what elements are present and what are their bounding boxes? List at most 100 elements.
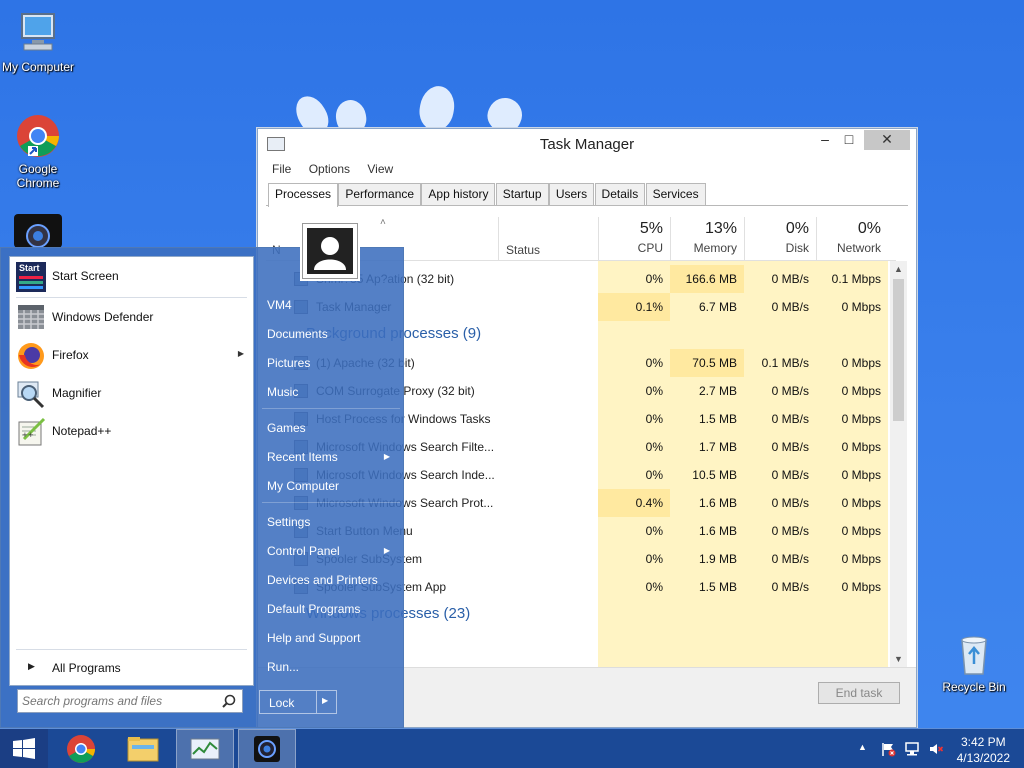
action-center-flag-icon[interactable] xyxy=(880,741,896,760)
tab-startup[interactable]: Startup xyxy=(495,183,549,205)
start-icon-text: Start xyxy=(19,263,40,273)
cpu-total: 5% xyxy=(639,220,663,237)
chrome-icon xyxy=(14,112,62,160)
place-run[interactable]: Run... xyxy=(262,655,400,679)
place-default-programs[interactable]: Default Programs xyxy=(262,597,400,621)
process-mem-value: 70.5 MB xyxy=(670,349,744,377)
desktop-icon-google-chrome[interactable]: Google Chrome xyxy=(0,112,76,190)
vertical-scrollbar[interactable]: ▲ ▼ xyxy=(890,261,907,667)
taskbar-camera-button[interactable] xyxy=(238,729,296,768)
tab-performance[interactable]: Performance xyxy=(338,183,422,205)
taskbar-chrome-button[interactable] xyxy=(52,729,110,768)
place-music[interactable]: Music xyxy=(262,380,400,404)
taskbar-task-manager-button[interactable] xyxy=(176,729,234,768)
volume-muted-icon[interactable] xyxy=(928,741,944,760)
place-documents[interactable]: Documents xyxy=(262,322,400,346)
process-mem-value: 166.6 MB xyxy=(670,265,744,293)
user-avatar[interactable] xyxy=(302,223,358,279)
shutdown-options-arrow-icon[interactable]: ▶ xyxy=(322,696,328,705)
scroll-up-icon[interactable]: ▲ xyxy=(890,261,907,277)
scrollbar-thumb[interactable] xyxy=(893,279,904,421)
process-disk-value: 0 MB/s xyxy=(771,384,809,398)
place-vm4[interactable]: VM4 xyxy=(262,293,400,317)
start-item-windows-defender[interactable]: Windows Defender xyxy=(14,302,250,334)
tab-users[interactable]: Users xyxy=(548,183,595,205)
start-menu[interactable]: Start Start Screen Windows Defender Fire… xyxy=(0,223,404,728)
tab-details[interactable]: Details xyxy=(594,183,646,205)
process-cpu-value: 0.4% xyxy=(598,489,670,517)
task-manager-icon xyxy=(190,738,220,760)
start-item-start-screen[interactable]: Start Start Screen xyxy=(14,261,250,293)
desktop-icon-label: Google Chrome xyxy=(16,162,60,190)
scroll-down-icon[interactable]: ▼ xyxy=(890,651,907,667)
close-button[interactable]: ✕ xyxy=(864,130,910,150)
windows-defender-icon xyxy=(16,303,46,333)
memory-label: Memory xyxy=(693,241,737,255)
process-cpu-value: 0% xyxy=(645,552,663,566)
search-input[interactable] xyxy=(22,693,212,709)
process-net-value: 0 Mbps xyxy=(841,356,881,370)
end-task-button[interactable]: End task xyxy=(818,682,900,704)
tab-services[interactable]: Services xyxy=(645,183,706,205)
start-item-firefox[interactable]: Firefox ▶ xyxy=(14,340,250,372)
place-recent-items[interactable]: Recent Items ▶ xyxy=(262,445,400,469)
camera-icon xyxy=(14,214,62,248)
title-bar[interactable]: Task Manager – □ ✕ xyxy=(258,129,916,159)
all-programs-button[interactable]: ▶ All Programs xyxy=(14,655,250,679)
start-item-label: Start Screen xyxy=(52,269,119,283)
start-search-box[interactable] xyxy=(17,689,243,713)
desktop-icon-my-computer[interactable]: My Computer xyxy=(0,10,76,74)
separator xyxy=(262,408,400,409)
process-mem-value: 6.7 MB xyxy=(698,300,737,314)
process-mem-value: 2.7 MB xyxy=(698,384,737,398)
column-header-disk[interactable]: 0% Disk xyxy=(744,217,816,261)
process-disk-value: 0 MB/s xyxy=(771,300,809,314)
clock-time: 3:42 PM xyxy=(960,735,1006,749)
start-button[interactable] xyxy=(0,729,48,768)
show-hidden-icons-chevron-icon[interactable]: ▲ xyxy=(858,742,867,752)
column-header-status-cell[interactable]: Status xyxy=(498,217,598,261)
lock-button[interactable]: Lock ▶ xyxy=(259,690,337,714)
search-icon[interactable] xyxy=(220,693,238,711)
tab-processes[interactable]: Processes xyxy=(268,183,339,207)
start-item-notepad-plus-plus[interactable]: ++ Notepad++ xyxy=(14,416,250,448)
maximize-button[interactable]: □ xyxy=(838,130,860,150)
start-item-label: Windows Defender xyxy=(52,310,154,324)
menu-options[interactable]: Options xyxy=(309,162,350,176)
network-icon[interactable] xyxy=(904,741,920,760)
desktop-icon-recycle-bin[interactable]: Recycle Bin xyxy=(936,630,1012,694)
process-net-value: 0 Mbps xyxy=(841,552,881,566)
start-item-magnifier[interactable]: Magnifier xyxy=(14,378,250,410)
place-games[interactable]: Games xyxy=(262,416,400,440)
place-settings[interactable]: Settings xyxy=(262,510,400,534)
column-header-network[interactable]: 0% Network xyxy=(816,217,888,261)
process-cpu-value: 0% xyxy=(645,524,663,538)
minimize-button[interactable]: – xyxy=(814,130,836,150)
separator xyxy=(16,649,247,650)
taskbar: ▲ 3:42 PM 4/13/2022 xyxy=(0,728,1024,768)
lock-label: Lock xyxy=(269,696,295,710)
column-header-cpu[interactable]: 5% CPU xyxy=(598,217,670,261)
desktop-icon-camera-app[interactable] xyxy=(14,214,62,250)
place-pictures[interactable]: Pictures xyxy=(262,351,400,375)
place-help-and-support[interactable]: Help and Support xyxy=(262,626,400,650)
process-mem-value: 1.6 MB xyxy=(698,524,737,538)
place-my-computer[interactable]: My Computer xyxy=(262,474,400,498)
process-disk-value: 0 MB/s xyxy=(771,468,809,482)
place-devices-and-printers[interactable]: Devices and Printers xyxy=(262,568,400,592)
process-disk-value: 0 MB/s xyxy=(771,440,809,454)
taskbar-file-explorer-button[interactable] xyxy=(114,729,172,768)
submenu-arrow-icon: ▶ xyxy=(237,349,244,358)
start-item-label: Magnifier xyxy=(52,386,102,400)
process-mem-value: 10.5 MB xyxy=(692,468,737,482)
tab-app-history[interactable]: App history xyxy=(421,183,496,205)
process-mem-value: 1.6 MB xyxy=(698,496,737,510)
place-control-panel[interactable]: Control Panel ▶ xyxy=(262,539,400,563)
tab-divider xyxy=(266,205,908,206)
column-header-memory[interactable]: 13% Memory xyxy=(670,217,744,261)
start-menu-programs-pane: Start Start Screen Windows Defender Fire… xyxy=(9,256,254,686)
menu-view[interactable]: View xyxy=(367,162,393,176)
clock[interactable]: 3:42 PM 4/13/2022 xyxy=(957,734,1010,766)
menu-file[interactable]: File xyxy=(272,162,291,176)
recycle-bin-icon xyxy=(950,630,998,678)
